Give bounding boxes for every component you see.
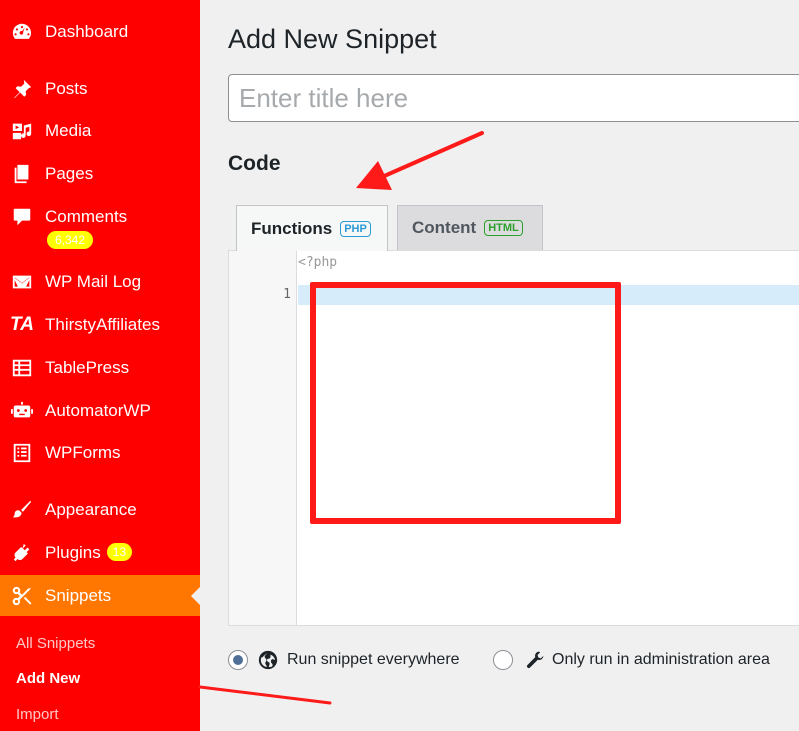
code-heading: Code <box>228 152 281 175</box>
line-number-gutter <box>229 251 297 625</box>
wrench-icon <box>525 650 545 670</box>
sidebar-item-plugins[interactable]: Plugins 13 <box>0 533 200 573</box>
tab-label: Functions <box>251 218 333 238</box>
snippet-title-input[interactable] <box>228 74 799 122</box>
robot-icon <box>10 399 34 423</box>
sidebar-item-dashboard[interactable]: Dashboard <box>0 12 200 52</box>
sidebar-item-snippets[interactable]: Snippets <box>0 575 200 616</box>
admin-sidebar: Dashboard Posts Media Pages Comments 6,3… <box>0 0 200 731</box>
sidebar-item-tablepress[interactable]: TablePress <box>0 348 200 388</box>
snippet-scope-options: Run snippet everywhere Only run in admin… <box>228 648 799 672</box>
sidebar-item-label: Dashboard <box>45 22 129 41</box>
sidebar-item-wpforms[interactable]: WPForms <box>0 433 200 473</box>
pages-icon <box>10 162 34 186</box>
sidebar-item-label: Plugins 13 <box>45 543 133 563</box>
comment-icon <box>10 205 34 229</box>
dashboard-icon <box>10 20 34 44</box>
brush-icon <box>10 498 34 522</box>
sidebar-item-media[interactable]: Media <box>0 111 200 151</box>
php-open-tag: <?php <box>298 255 338 270</box>
annotation-highlight-box <box>310 282 621 524</box>
sidebar-item-wp-mail-log[interactable]: WP Mail Log <box>0 262 200 302</box>
sidebar-item-label: Media <box>45 121 92 140</box>
sidebar-item-label: TablePress <box>45 358 130 377</box>
sidebar-item-label: WP Mail Log <box>45 272 142 291</box>
scope-label-everywhere[interactable]: Run snippet everywhere <box>287 651 460 669</box>
scope-label-admin[interactable]: Only run in administration area <box>552 651 770 669</box>
line-number: 1 <box>283 287 291 302</box>
annotation-arrow-code <box>356 131 484 190</box>
plug-icon <box>10 541 34 565</box>
sidebar-item-label: Comments <box>45 207 128 226</box>
html-badge: HTML <box>484 220 523 236</box>
comments-count-badge: 6,342 <box>47 231 94 249</box>
tab-content[interactable]: Content HTML <box>397 205 543 250</box>
sidebar-item-comments[interactable]: Comments <box>0 197 200 237</box>
ta-logo-icon: TA <box>10 314 34 335</box>
php-badge: PHP <box>340 220 371 237</box>
sidebar-item-appearance[interactable]: Appearance <box>0 490 200 530</box>
current-menu-notch <box>191 587 200 605</box>
submenu-import[interactable]: Import <box>16 706 59 723</box>
forms-icon <box>10 441 34 465</box>
plugins-count-badge: 13 <box>106 543 133 561</box>
scope-radio-admin[interactable] <box>493 650 513 670</box>
table-icon <box>10 356 34 380</box>
sidebar-item-posts[interactable]: Posts <box>0 69 200 109</box>
submenu-add-new[interactable]: Add New <box>16 670 80 687</box>
sidebar-item-label: Snippets <box>45 585 112 605</box>
snippets-submenu: All Snippets Add New Import <box>0 616 200 731</box>
sidebar-item-label: WPForms <box>45 443 121 462</box>
envelope-icon <box>10 270 34 294</box>
sidebar-item-thirstyaffiliates[interactable]: TA ThirstyAffiliates <box>0 305 200 345</box>
sidebar-item-automatorwp[interactable]: AutomatorWP <box>0 391 200 431</box>
tab-label: Content <box>412 218 477 237</box>
globe-icon <box>258 650 278 670</box>
media-icon <box>10 119 34 143</box>
tab-functions[interactable]: Functions PHP <box>236 205 388 251</box>
sidebar-item-label: AutomatorWP <box>45 401 151 420</box>
scope-radio-everywhere[interactable] <box>228 650 248 670</box>
page-title: Add New Snippet <box>228 24 437 54</box>
submenu-all-snippets[interactable]: All Snippets <box>16 635 95 652</box>
pin-icon <box>10 77 34 101</box>
sidebar-item-label: ThirstyAffiliates <box>45 315 160 334</box>
scissors-icon <box>10 584 34 608</box>
sidebar-item-pages[interactable]: Pages <box>0 154 200 194</box>
annotation-arrow-add-new <box>198 685 332 705</box>
sidebar-item-label: Posts <box>45 79 88 98</box>
sidebar-item-label: Appearance <box>45 500 137 519</box>
sidebar-item-label: Pages <box>45 164 94 183</box>
